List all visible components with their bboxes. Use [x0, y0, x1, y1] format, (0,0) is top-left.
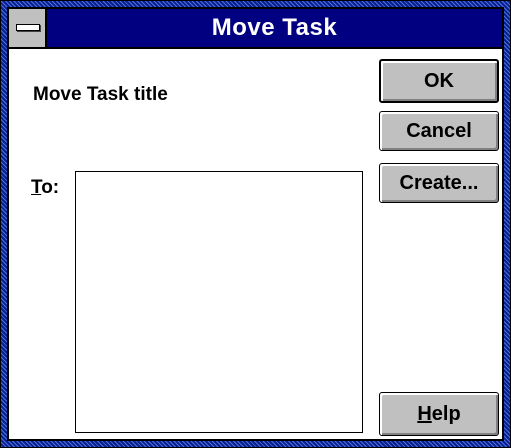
title-bar[interactable]: Move Task: [7, 7, 504, 49]
ok-button[interactable]: OK: [379, 59, 499, 103]
cancel-button[interactable]: Cancel: [379, 111, 499, 151]
move-task-dialog: Move Task Move Task title To: OK Cancel …: [0, 0, 511, 448]
window-title: Move Task: [211, 14, 338, 41]
system-menu-icon[interactable]: [9, 9, 47, 47]
system-menu-bar-icon: [16, 24, 40, 31]
help-button[interactable]: Help: [379, 392, 499, 436]
to-label: To:: [31, 177, 59, 199]
dialog-body: Move Task title To: OK Cancel Create... …: [7, 49, 504, 441]
to-label-text: o:: [41, 177, 60, 198]
task-title-label: Move Task title: [33, 84, 168, 105]
to-label-mnemonic: T: [31, 177, 42, 198]
help-label: elp: [431, 402, 461, 425]
destination-listbox[interactable]: [75, 171, 363, 433]
help-mnemonic: H: [417, 402, 432, 425]
create-button[interactable]: Create...: [379, 163, 499, 203]
